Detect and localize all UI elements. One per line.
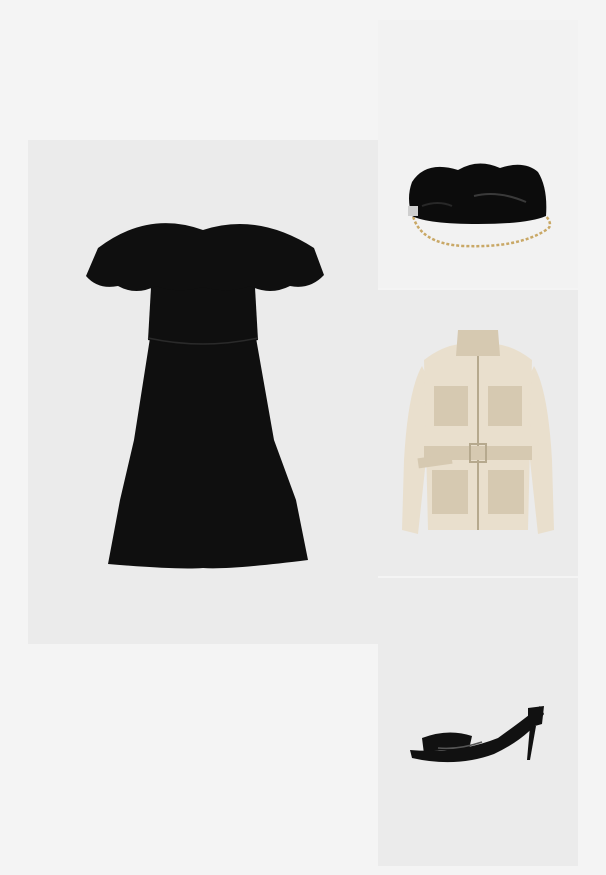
- bag-image: [408, 163, 552, 248]
- dress-ruffle: [86, 223, 324, 291]
- jacket-pocket: [488, 470, 524, 514]
- jacket-pocket: [432, 470, 468, 514]
- dress-tile[interactable]: [28, 140, 378, 644]
- jacket-pocket: [434, 386, 468, 426]
- heels-image: [410, 706, 544, 763]
- jacket-tile[interactable]: [378, 290, 578, 576]
- heels-heel: [528, 706, 544, 728]
- bag-body: [409, 163, 547, 224]
- jacket-image: [402, 330, 554, 534]
- dress-skirt: [108, 338, 308, 569]
- dress-image: [86, 223, 324, 569]
- heels-sole: [410, 706, 544, 763]
- jacket-pocket: [488, 386, 522, 426]
- heels-tile[interactable]: [378, 578, 578, 866]
- bag-tile[interactable]: [378, 20, 578, 288]
- jacket-collar: [456, 330, 500, 356]
- bag-clasp: [408, 206, 418, 216]
